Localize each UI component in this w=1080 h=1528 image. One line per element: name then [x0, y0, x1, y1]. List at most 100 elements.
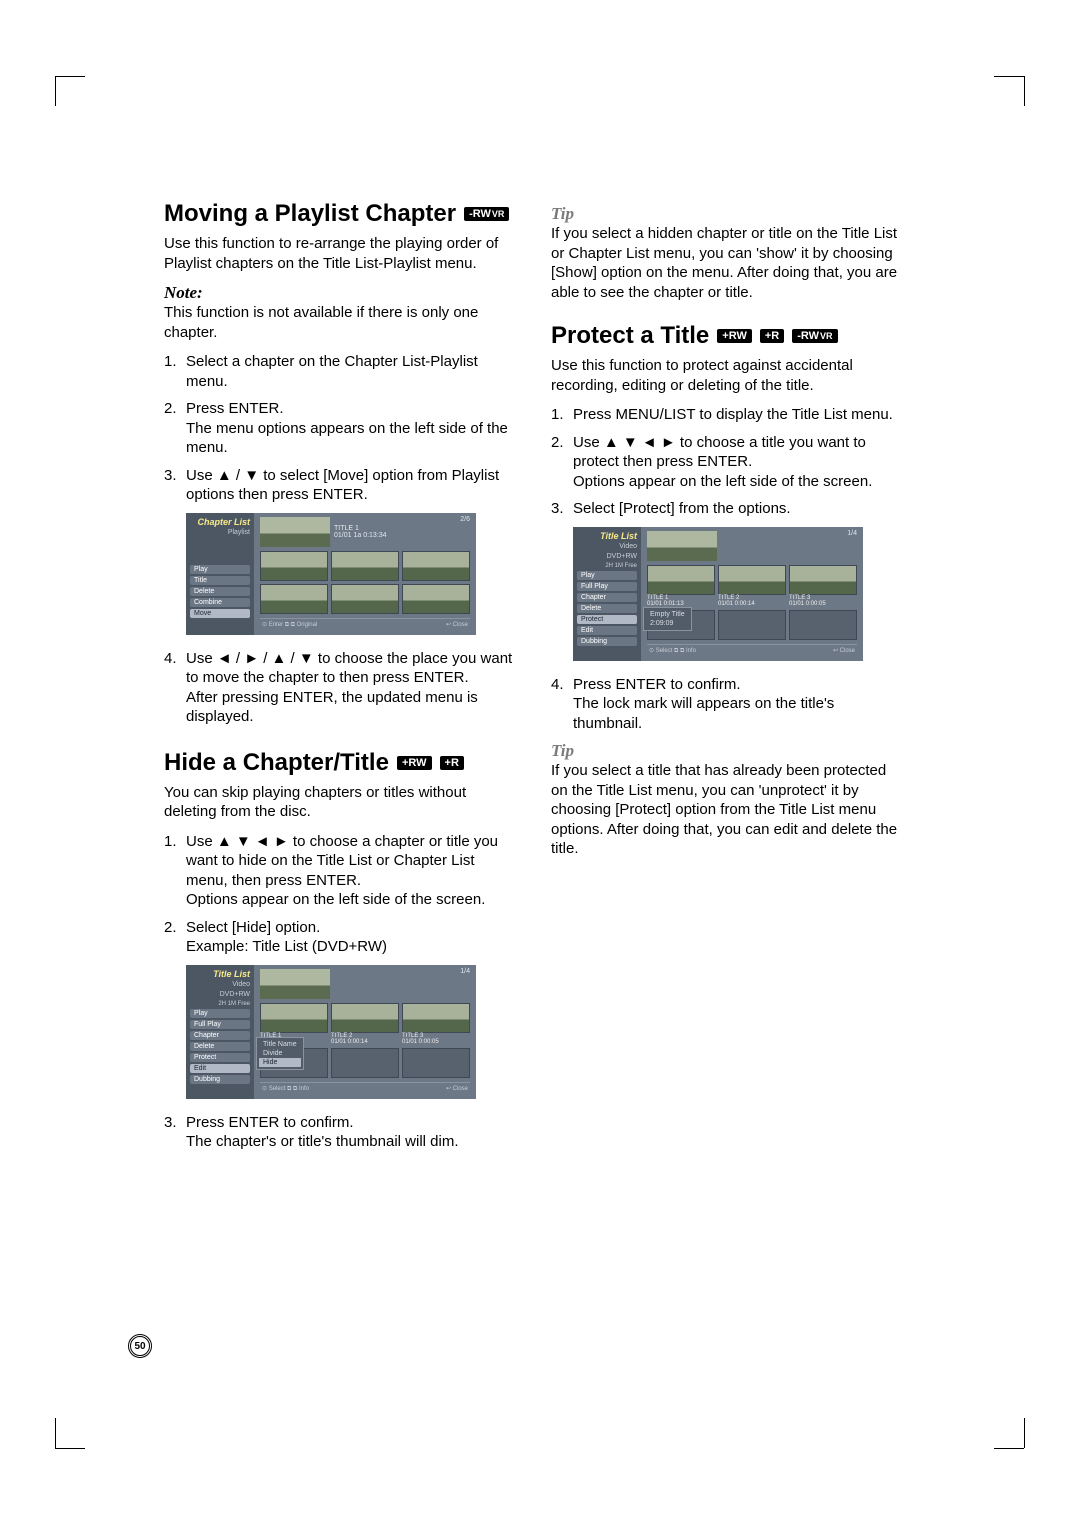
page-number: 50 [128, 1334, 152, 1358]
step: Use ▲ ▼ ◄ ► to choose a chapter or title… [164, 832, 517, 910]
mock-foot-right: ↩ Close [446, 1085, 468, 1093]
step-text: Press ENTER to confirm. [186, 1114, 354, 1131]
step: Press MENU/LIST to display the Title Lis… [551, 405, 904, 425]
mock-side-sub: Video [577, 543, 637, 550]
heading-text: Moving a Playlist Chapter [164, 200, 456, 228]
thumb-sub: 01/01 0:00:05 [402, 1039, 439, 1045]
step: Use ▲ / ▼ to select [Move] option from P… [164, 466, 517, 505]
popup-item: Title Name [259, 1040, 301, 1049]
heading-text: Protect a Title [551, 322, 709, 350]
step-text: The menu options appears on the left sid… [186, 420, 508, 457]
intro-text: Use this function to protect against acc… [551, 356, 904, 395]
badge-sub: VR [820, 331, 833, 341]
step: Use ◄ / ► / ▲ / ▼ to choose the place yo… [164, 649, 517, 727]
mock-menu-item: Delete [577, 604, 637, 613]
mock-thumb-empty [718, 610, 786, 640]
popup-item: 2:09:09 [646, 619, 689, 628]
mock-menu-item: Play [190, 1009, 250, 1018]
popup-item: Empty Title [646, 610, 689, 619]
step: Press ENTER. The menu options appears on… [164, 399, 517, 458]
mock-side-header: Title List [190, 969, 250, 979]
tip-label: Tip [551, 741, 904, 761]
mock-preview-thumb [260, 517, 330, 547]
mock-menu-item: Full Play [577, 582, 637, 591]
steps-list: Use ▲ ▼ ◄ ► to choose a chapter or title… [164, 832, 517, 957]
mock-cell: TITLE 201/01 0:00:14 [331, 1003, 399, 1045]
step-text: Select [Hide] option. [186, 919, 320, 936]
step-text: The chapter's or title's thumbnail will … [186, 1133, 459, 1150]
mock-meta: 2H 1M Free [577, 563, 637, 569]
mock-thumb [402, 1003, 470, 1033]
steps-list: Select a chapter on the Chapter List-Pla… [164, 352, 517, 505]
mock-thumb [331, 1003, 399, 1033]
step-text: The lock mark will appears on the title'… [573, 695, 834, 732]
mock-cell: TITLE 201/01 0:00:14 [718, 565, 786, 607]
step: Press ENTER to confirm. The lock mark wi… [551, 675, 904, 734]
popup-item: Divide [259, 1049, 301, 1058]
badge-text: -RW [469, 208, 491, 220]
step-text: Options appear on the left side of the s… [573, 473, 872, 490]
steps-list-cont: Press ENTER to confirm. The chapter's or… [164, 1113, 517, 1152]
screenshot-title-list-protect: Title List Video DVD+RW 2H 1M Free Play … [573, 527, 863, 661]
step-text: Use ▲ ▼ ◄ ► to choose a chapter or title… [186, 833, 498, 889]
mock-thumb-empty [789, 610, 857, 640]
mock-thumb [402, 551, 470, 581]
mock-menu-item: Edit [577, 626, 637, 635]
intro-text: Use this function to re-arrange the play… [164, 234, 517, 273]
mock-thumb [260, 584, 328, 614]
mock-preview-thumb [647, 531, 717, 561]
badge-plusr: +R [760, 329, 784, 343]
screenshot-title-list-hide: Title List Video DVD+RW 2H 1M Free Play … [186, 965, 476, 1099]
thumb-sub: 01/01 0:00:14 [718, 601, 755, 607]
mock-thumb [260, 1003, 328, 1033]
crop-mark [55, 1418, 56, 1448]
thumb-sub: 01/01 0:00:05 [789, 601, 826, 607]
mock-counter: 1/4 [460, 968, 470, 975]
step: Use ▲ ▼ ◄ ► to choose a title you want t… [551, 433, 904, 492]
mock-thumb-empty [402, 1048, 470, 1078]
mock-menu-item: Move [190, 609, 250, 618]
heading-text: Hide a Chapter/Title [164, 749, 389, 777]
mock-menu-item: Dubbing [190, 1075, 250, 1084]
heading-hide-chapter-title: Hide a Chapter/Title +RW +R [164, 749, 517, 777]
mock-cell: TITLE 301/01 0:00:05 [402, 1003, 470, 1045]
thumb-sub: 01/01 0:00:14 [331, 1039, 368, 1045]
mock-menu-item: Edit [190, 1064, 250, 1073]
badge-sub: VR [492, 209, 505, 219]
mock-thumb-empty [331, 1048, 399, 1078]
mock-menu-item: Chapter [190, 1031, 250, 1040]
step-text: Example: Title List (DVD+RW) [186, 938, 387, 955]
mock-counter: 1/4 [847, 530, 857, 537]
steps-list: Press MENU/LIST to display the Title Lis… [551, 405, 904, 519]
mock-popup: Empty Title 2:09:09 [643, 607, 692, 631]
mock-thumb [402, 584, 470, 614]
screenshot-chapter-list: Chapter List Playlist Play Title Delete … [186, 513, 476, 635]
badge-plusrw: +RW [397, 756, 432, 770]
popup-item: Hide [259, 1058, 301, 1067]
badge-plusrw: +RW [717, 329, 752, 343]
crop-mark [55, 76, 56, 106]
mock-thumb [331, 551, 399, 581]
mock-foot-right: ↩ Close [446, 621, 468, 629]
crop-mark [55, 1448, 85, 1449]
mock-meta: 2H 1M Free [190, 1001, 250, 1007]
mock-foot-left: ⊙ Select ⧉ ⧉ Info [649, 647, 696, 655]
mock-thumb [647, 565, 715, 595]
mock-foot-left: ⊙ Enter ⧉ ⧉ Original [262, 621, 317, 629]
mock-menu-item: Dubbing [577, 637, 637, 646]
crop-mark [55, 76, 85, 77]
left-column: Moving a Playlist Chapter -RWVR Use this… [164, 200, 517, 1160]
mock-menu-item: Protect [577, 615, 637, 624]
mock-side-sub: Playlist [190, 529, 250, 536]
tip-text: If you select a hidden chapter or title … [551, 224, 904, 302]
tip-text: If you select a title that has already b… [551, 761, 904, 859]
crop-mark [1024, 76, 1025, 106]
mock-side-sub2: DVD+RW [577, 553, 637, 560]
mock-menu-item: Protect [190, 1053, 250, 1062]
badge-rwvr: -RWVR [792, 329, 837, 343]
step-text: Use ▲ / ▼ to select [Move] option from P… [186, 467, 499, 504]
mock-menu-item: Play [190, 565, 250, 574]
step-text: Use ◄ / ► / ▲ / ▼ to choose the place yo… [186, 650, 512, 687]
crop-mark [994, 76, 1024, 77]
step: Select [Protect] from the options. [551, 499, 904, 519]
